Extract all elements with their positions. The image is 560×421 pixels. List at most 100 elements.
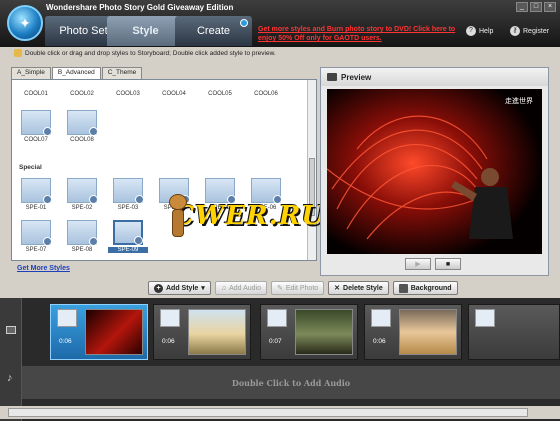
delete-style-button[interactable]: ✕ Delete Style bbox=[328, 281, 389, 295]
style-thumbnail bbox=[67, 220, 98, 246]
stop-button[interactable]: ■ bbox=[435, 258, 461, 270]
monitor-icon bbox=[327, 73, 337, 81]
watermark: CWER.RU bbox=[165, 188, 325, 243]
background-button[interactable]: Background bbox=[392, 281, 458, 295]
preview-screen[interactable]: 走進世界 bbox=[327, 89, 542, 254]
promo-line: enjoy 50% Off only for GAOTD users. bbox=[258, 35, 382, 42]
watermark-text: CWER.RU bbox=[173, 200, 325, 231]
hint-bar: Double click or drag and drop styles to … bbox=[14, 49, 276, 57]
promo-line: Get more styles and Burn photo story to … bbox=[258, 26, 456, 33]
style-item[interactable]: SPE-07 bbox=[16, 220, 56, 253]
scrollbar-thumb[interactable] bbox=[8, 408, 528, 417]
transition-icon[interactable] bbox=[267, 309, 287, 327]
transition-icon[interactable] bbox=[160, 309, 180, 327]
transition-icon[interactable] bbox=[475, 309, 495, 327]
preview-image: 走進世界 bbox=[327, 89, 542, 254]
tab-style[interactable]: Style bbox=[107, 16, 184, 46]
storyboard-frame[interactable]: 0:06 bbox=[153, 304, 251, 360]
style-item[interactable]: COOL07 bbox=[16, 110, 56, 143]
style-thumbnail bbox=[21, 220, 52, 246]
storyboard-toolbar: + Add Style ▾ ♫ Add Audio ✎ Edit Photo ✕… bbox=[148, 281, 458, 295]
app-logo-icon: ✦ bbox=[7, 5, 43, 41]
register-button[interactable]: ⚷ Register bbox=[510, 26, 549, 36]
key-icon: ⚷ bbox=[510, 26, 520, 36]
maximize-button[interactable]: □ bbox=[530, 2, 542, 12]
transition-icon[interactable] bbox=[57, 309, 77, 327]
help-button[interactable]: ? Help bbox=[466, 26, 493, 36]
style-tab-simple[interactable]: A_Simple bbox=[11, 67, 51, 79]
plus-icon: + bbox=[154, 283, 163, 293]
style-label: SPE-09 bbox=[108, 247, 148, 253]
storyboard-frame[interactable] bbox=[468, 304, 560, 360]
music-icon: ♪ bbox=[7, 372, 13, 384]
storyboard-frame[interactable]: 0:07 bbox=[260, 304, 358, 360]
app-title: Wondershare Photo Story Gold Giveaway Ed… bbox=[46, 3, 234, 12]
storyboard: ♪ 0:06 0:06 0:07 0:06 Double Click to Add A… bbox=[0, 298, 560, 421]
background-icon bbox=[398, 283, 408, 293]
style-item[interactable]: SPE-08 bbox=[62, 220, 102, 253]
edit-photo-label: Edit Photo bbox=[285, 284, 319, 292]
edit-icon: ✎ bbox=[276, 285, 283, 292]
storyboard-scrollbar[interactable] bbox=[0, 406, 560, 419]
get-more-styles-link[interactable]: Get More Styles bbox=[17, 265, 70, 272]
style-thumbnail bbox=[67, 110, 98, 136]
style-item[interactable]: SPE-09 bbox=[108, 220, 148, 253]
style-item[interactable]: COOL08 bbox=[62, 110, 102, 143]
storyboard-frame[interactable]: 0:06 bbox=[50, 304, 148, 360]
style-label: COOL07 bbox=[24, 137, 48, 143]
tab-label: Style bbox=[132, 25, 159, 37]
add-audio-label: Add Audio bbox=[229, 284, 261, 292]
style-item[interactable]: SPE-02 bbox=[62, 178, 102, 211]
audio-track[interactable]: Double Click to Add Audio bbox=[22, 366, 560, 399]
style-label: COOL05 bbox=[208, 91, 232, 97]
style-label: COOL06 bbox=[254, 91, 278, 97]
tab-create[interactable]: Create bbox=[175, 16, 252, 46]
style-label: SPE-03 bbox=[117, 205, 139, 211]
style-label: COOL04 bbox=[162, 91, 186, 97]
style-label: COOL02 bbox=[70, 91, 94, 97]
style-label: SPE-01 bbox=[25, 205, 47, 211]
style-item[interactable]: COOL04 bbox=[154, 80, 194, 97]
style-tabs: A_Simple B_Advanced C_Theme bbox=[11, 67, 317, 79]
photo-track-icon bbox=[6, 326, 16, 334]
transition-icon[interactable] bbox=[371, 309, 391, 327]
style-item[interactable]: COOL05 bbox=[200, 80, 240, 97]
add-audio-button[interactable]: ♫ Add Audio bbox=[214, 281, 267, 295]
style-thumbnail bbox=[113, 178, 144, 204]
storyboard-frame[interactable]: 0:06 bbox=[364, 304, 462, 360]
frame-duration: 0:06 bbox=[373, 338, 386, 345]
storyboard-sidebar: ♪ bbox=[0, 298, 22, 421]
add-style-button[interactable]: + Add Style ▾ bbox=[148, 281, 211, 295]
tab-label: Create bbox=[196, 25, 231, 37]
style-item[interactable]: SPE-03 bbox=[108, 178, 148, 211]
promo-link[interactable]: Get more styles and Burn photo story to … bbox=[258, 25, 468, 43]
close-button[interactable]: × bbox=[544, 2, 556, 12]
frame-duration: 0:06 bbox=[59, 338, 72, 345]
style-tab-advanced[interactable]: B_Advanced bbox=[51, 67, 101, 79]
play-button[interactable]: ▶ bbox=[405, 258, 431, 270]
edit-photo-button[interactable]: ✎ Edit Photo bbox=[270, 281, 325, 295]
style-item[interactable]: COOL03 bbox=[108, 80, 148, 97]
close-icon: ✕ bbox=[334, 285, 341, 292]
hint-text: Double click or drag and drop styles to … bbox=[25, 49, 276, 57]
add-style-label: Add Style bbox=[166, 284, 199, 292]
help-icon: ? bbox=[466, 26, 476, 36]
help-label: Help bbox=[479, 27, 494, 35]
minimize-button[interactable]: _ bbox=[516, 2, 528, 12]
preview-controls: ▶ ■ bbox=[405, 258, 461, 270]
frame-duration: 0:07 bbox=[269, 338, 282, 345]
style-label: SPE-08 bbox=[71, 247, 93, 253]
style-item[interactable]: COOL06 bbox=[246, 80, 286, 97]
style-label: COOL03 bbox=[116, 91, 140, 97]
style-tab-theme[interactable]: C_Theme bbox=[101, 67, 143, 79]
frame-photo bbox=[85, 309, 143, 355]
style-item[interactable]: COOL02 bbox=[62, 80, 102, 97]
preview-header: Preview bbox=[321, 68, 548, 86]
frame-photo bbox=[295, 309, 353, 355]
style-item[interactable]: COOL01 bbox=[16, 80, 56, 97]
style-thumbnail bbox=[21, 110, 52, 136]
style-item[interactable]: SPE-01 bbox=[16, 178, 56, 211]
style-label: COOL01 bbox=[24, 91, 48, 97]
frame-photo bbox=[399, 309, 457, 355]
section-heading-special: Special bbox=[19, 164, 42, 171]
